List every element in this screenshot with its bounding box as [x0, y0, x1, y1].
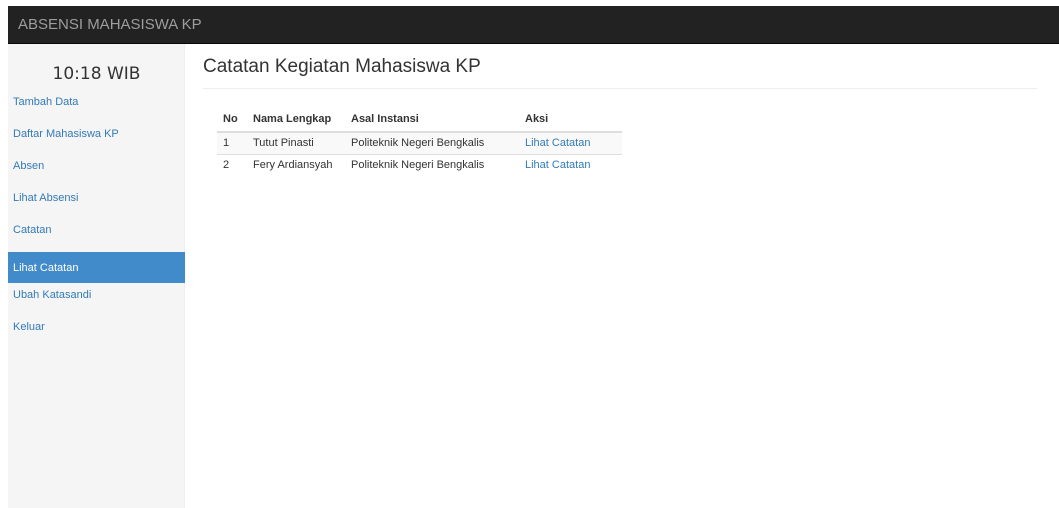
- clock-display: 10:18 WIB: [52, 64, 141, 84]
- sidebar-item-lihat-absensi[interactable]: Lihat Absensi: [8, 186, 185, 218]
- cell-nama: Tutut Pinasti: [247, 131, 345, 154]
- main-content: Catatan Kegiatan Mahasiswa KP No Nama Le…: [203, 56, 1037, 176]
- sidebar-item-tambah-data[interactable]: Tambah Data: [8, 90, 185, 122]
- cell-asal: Politeknik Negeri Bengkalis: [345, 153, 519, 176]
- navbar-brand[interactable]: ABSENSI MAHASISWA KP: [18, 16, 202, 33]
- sidebar-item-daftar-mahasiswa[interactable]: Daftar Mahasiswa KP: [8, 122, 185, 154]
- column-header-asal: Asal Instansi: [345, 107, 519, 133]
- column-header-aksi: Aksi: [519, 107, 622, 133]
- column-header-no: No: [217, 107, 247, 133]
- cell-no: 2: [217, 153, 247, 176]
- sidebar-menu: Tambah Data Daftar Mahasiswa KP Absen Li…: [8, 90, 185, 347]
- cell-aksi: Lihat Catatan: [519, 131, 622, 154]
- lihat-catatan-link[interactable]: Lihat Catatan: [525, 159, 590, 171]
- top-navbar: ABSENSI MAHASISWA KP: [8, 6, 1059, 44]
- cell-nama: Fery Ardiansyah: [247, 153, 345, 176]
- sidebar: 10:18 WIB Tambah Data Daftar Mahasiswa K…: [8, 44, 185, 508]
- table-header-row: No Nama Lengkap Asal Instansi Aksi: [217, 107, 622, 133]
- table-row: 2 Fery Ardiansyah Politeknik Negeri Beng…: [217, 153, 622, 176]
- sidebar-item-catatan[interactable]: Catatan: [8, 218, 185, 250]
- catatan-table: No Nama Lengkap Asal Instansi Aksi 1 Tut…: [217, 107, 622, 176]
- lihat-catatan-link[interactable]: Lihat Catatan: [525, 137, 590, 149]
- cell-asal: Politeknik Negeri Bengkalis: [345, 131, 519, 154]
- sidebar-item-keluar[interactable]: Keluar: [8, 315, 185, 347]
- sidebar-item-ubah-katasandi[interactable]: Ubah Katasandi: [8, 283, 185, 315]
- cell-aksi: Lihat Catatan: [519, 153, 622, 176]
- column-header-nama: Nama Lengkap: [247, 107, 345, 133]
- table-row: 1 Tutut Pinasti Politeknik Negeri Bengka…: [217, 131, 622, 154]
- page-title: Catatan Kegiatan Mahasiswa KP: [203, 56, 1037, 89]
- sidebar-item-lihat-catatan[interactable]: Lihat Catatan: [8, 252, 185, 283]
- cell-no: 1: [217, 131, 247, 154]
- sidebar-item-absen[interactable]: Absen: [8, 154, 185, 186]
